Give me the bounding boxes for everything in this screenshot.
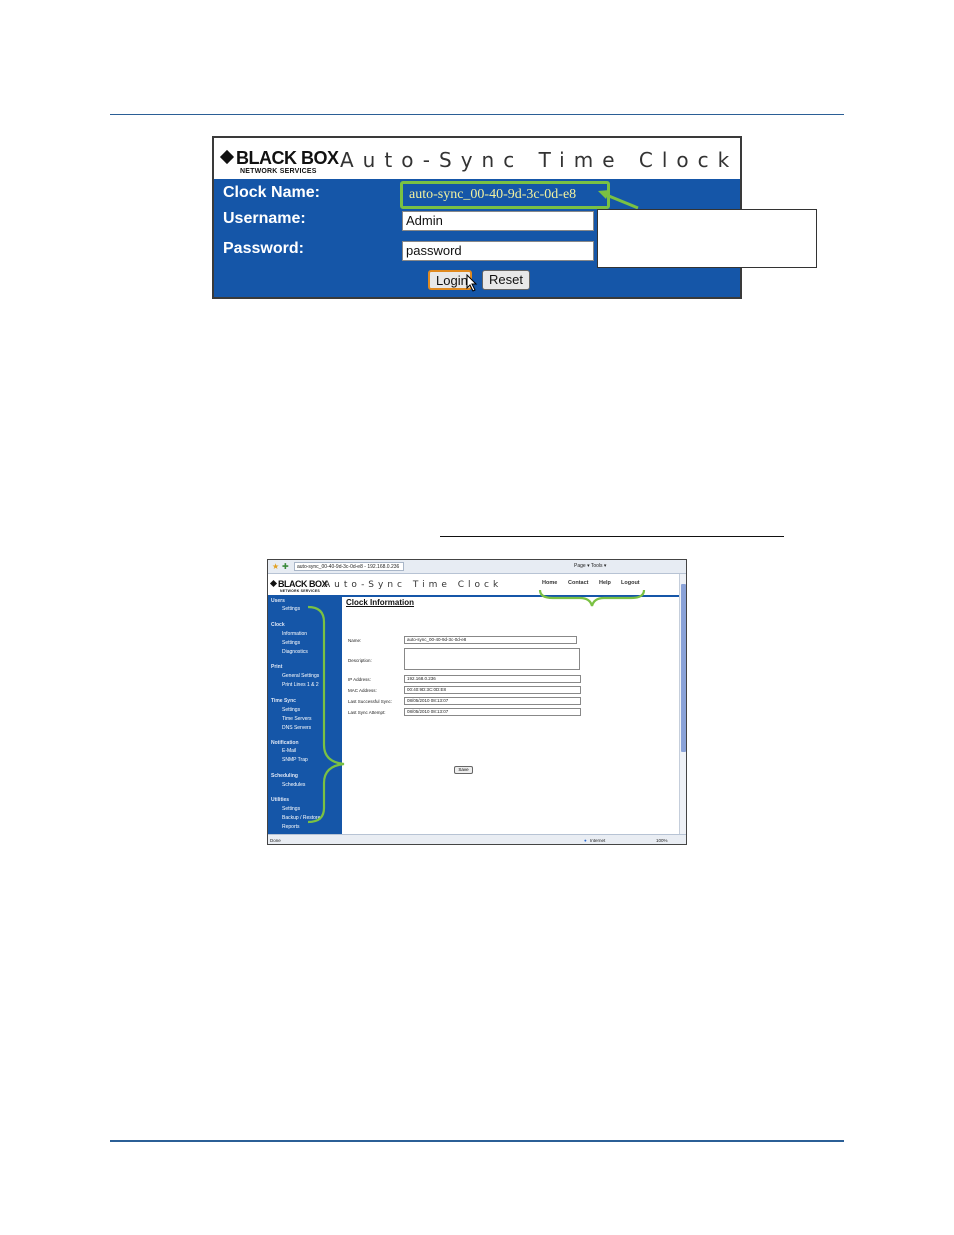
text-underline — [440, 536, 784, 537]
reset-button[interactable]: Reset — [482, 270, 530, 290]
green-bracket-annotations — [307, 589, 646, 824]
clock-name-label: Clock Name: — [223, 184, 320, 201]
password-input[interactable]: password — [402, 241, 594, 261]
browser-screenshot: ★ ✚ auto-sync_00-40-9d-3c-0d-e8 - 192.16… — [267, 559, 687, 845]
footer-rule — [110, 1140, 844, 1142]
header-rule — [110, 114, 844, 115]
logo-subtitle: NETWORK SERVICES — [240, 168, 317, 175]
app-title: Auto-Sync Time Clock — [340, 148, 739, 172]
black-box-logo: BLACK BOX NETWORK SERVICES — [219, 148, 339, 175]
password-label: Password: — [223, 240, 304, 257]
username-label: Username: — [223, 210, 306, 227]
username-input[interactable]: Admin — [402, 211, 594, 231]
callout-box — [597, 209, 817, 268]
login-banner: BLACK BOX NETWORK SERVICES Auto-Sync Tim… — [214, 138, 740, 178]
mouse-cursor-icon — [466, 274, 478, 292]
logo-diamond-icon — [219, 149, 235, 165]
clock-name-value: auto-sync_00-40-9d-3c-0d-e8 — [400, 181, 610, 209]
